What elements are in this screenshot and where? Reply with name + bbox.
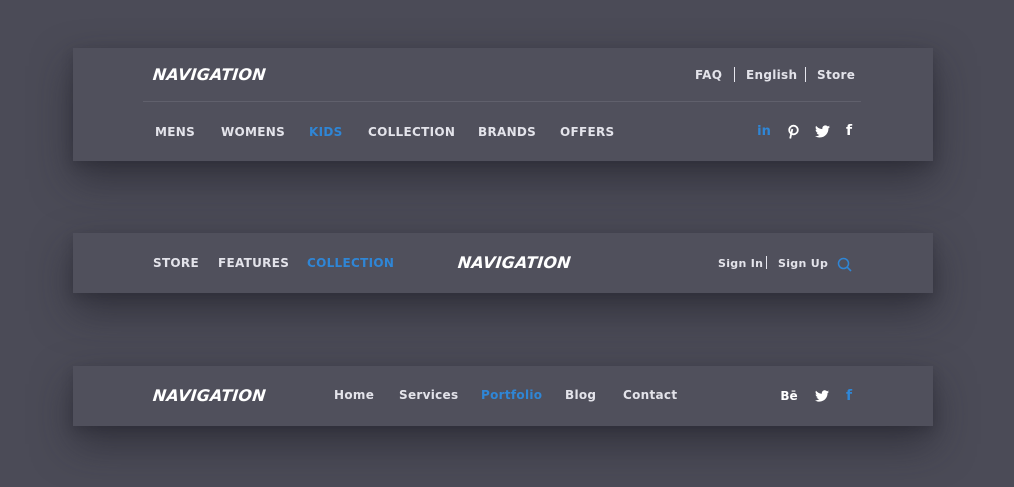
menu-item-kids[interactable]: KIDS [309, 125, 343, 139]
menu-item-portfolio[interactable]: Portfolio [481, 388, 542, 402]
top-link-separator [734, 67, 735, 82]
pinterest-icon[interactable] [785, 122, 801, 140]
search-icon[interactable] [836, 256, 852, 272]
page: NAVIGATION FAQ English Store MENS WOMENS… [0, 0, 1014, 487]
linkedin-icon[interactable]: in [756, 122, 772, 140]
navigation-bar-1: NAVIGATION FAQ English Store MENS WOMENS… [73, 48, 933, 161]
menu-item-services[interactable]: Services [399, 388, 458, 402]
behance-icon[interactable]: Bē [779, 387, 799, 405]
menu-item-offers[interactable]: OFFERS [560, 125, 614, 139]
logo[interactable]: NAVIGATION [152, 386, 267, 405]
facebook-icon[interactable]: f [843, 387, 855, 405]
menu-item-brands[interactable]: BRANDS [478, 125, 536, 139]
facebook-icon[interactable]: f [843, 122, 855, 140]
twitter-icon[interactable] [813, 387, 831, 405]
menu-item-contact[interactable]: Contact [623, 388, 677, 402]
menu-item-womens[interactable]: WOMENS [221, 125, 285, 139]
top-link-separator [805, 67, 806, 82]
menu-item-home[interactable]: Home [334, 388, 374, 402]
top-link-faq[interactable]: FAQ [695, 68, 722, 82]
top-link-english[interactable]: English [746, 68, 797, 82]
navigation-bar-2: STORE FEATURES COLLECTION NAVIGATION Sig… [73, 233, 933, 293]
menu-item-blog[interactable]: Blog [565, 388, 596, 402]
twitter-icon[interactable] [813, 122, 831, 140]
menu-item-collection[interactable]: COLLECTION [307, 256, 394, 270]
sign-in-link[interactable]: Sign In [718, 257, 763, 270]
logo[interactable]: NAVIGATION [152, 65, 267, 84]
menu-item-features[interactable]: FEATURES [218, 256, 289, 270]
menu-item-store[interactable]: STORE [153, 256, 199, 270]
navigation-bar-3: NAVIGATION Home Services Portfolio Blog … [73, 366, 933, 426]
menu-item-mens[interactable]: MENS [155, 125, 195, 139]
menu-item-collection[interactable]: COLLECTION [368, 125, 455, 139]
auth-separator [766, 256, 767, 269]
sign-up-link[interactable]: Sign Up [778, 257, 828, 270]
top-link-store[interactable]: Store [817, 68, 855, 82]
divider [143, 101, 861, 102]
logo[interactable]: NAVIGATION [457, 253, 572, 272]
